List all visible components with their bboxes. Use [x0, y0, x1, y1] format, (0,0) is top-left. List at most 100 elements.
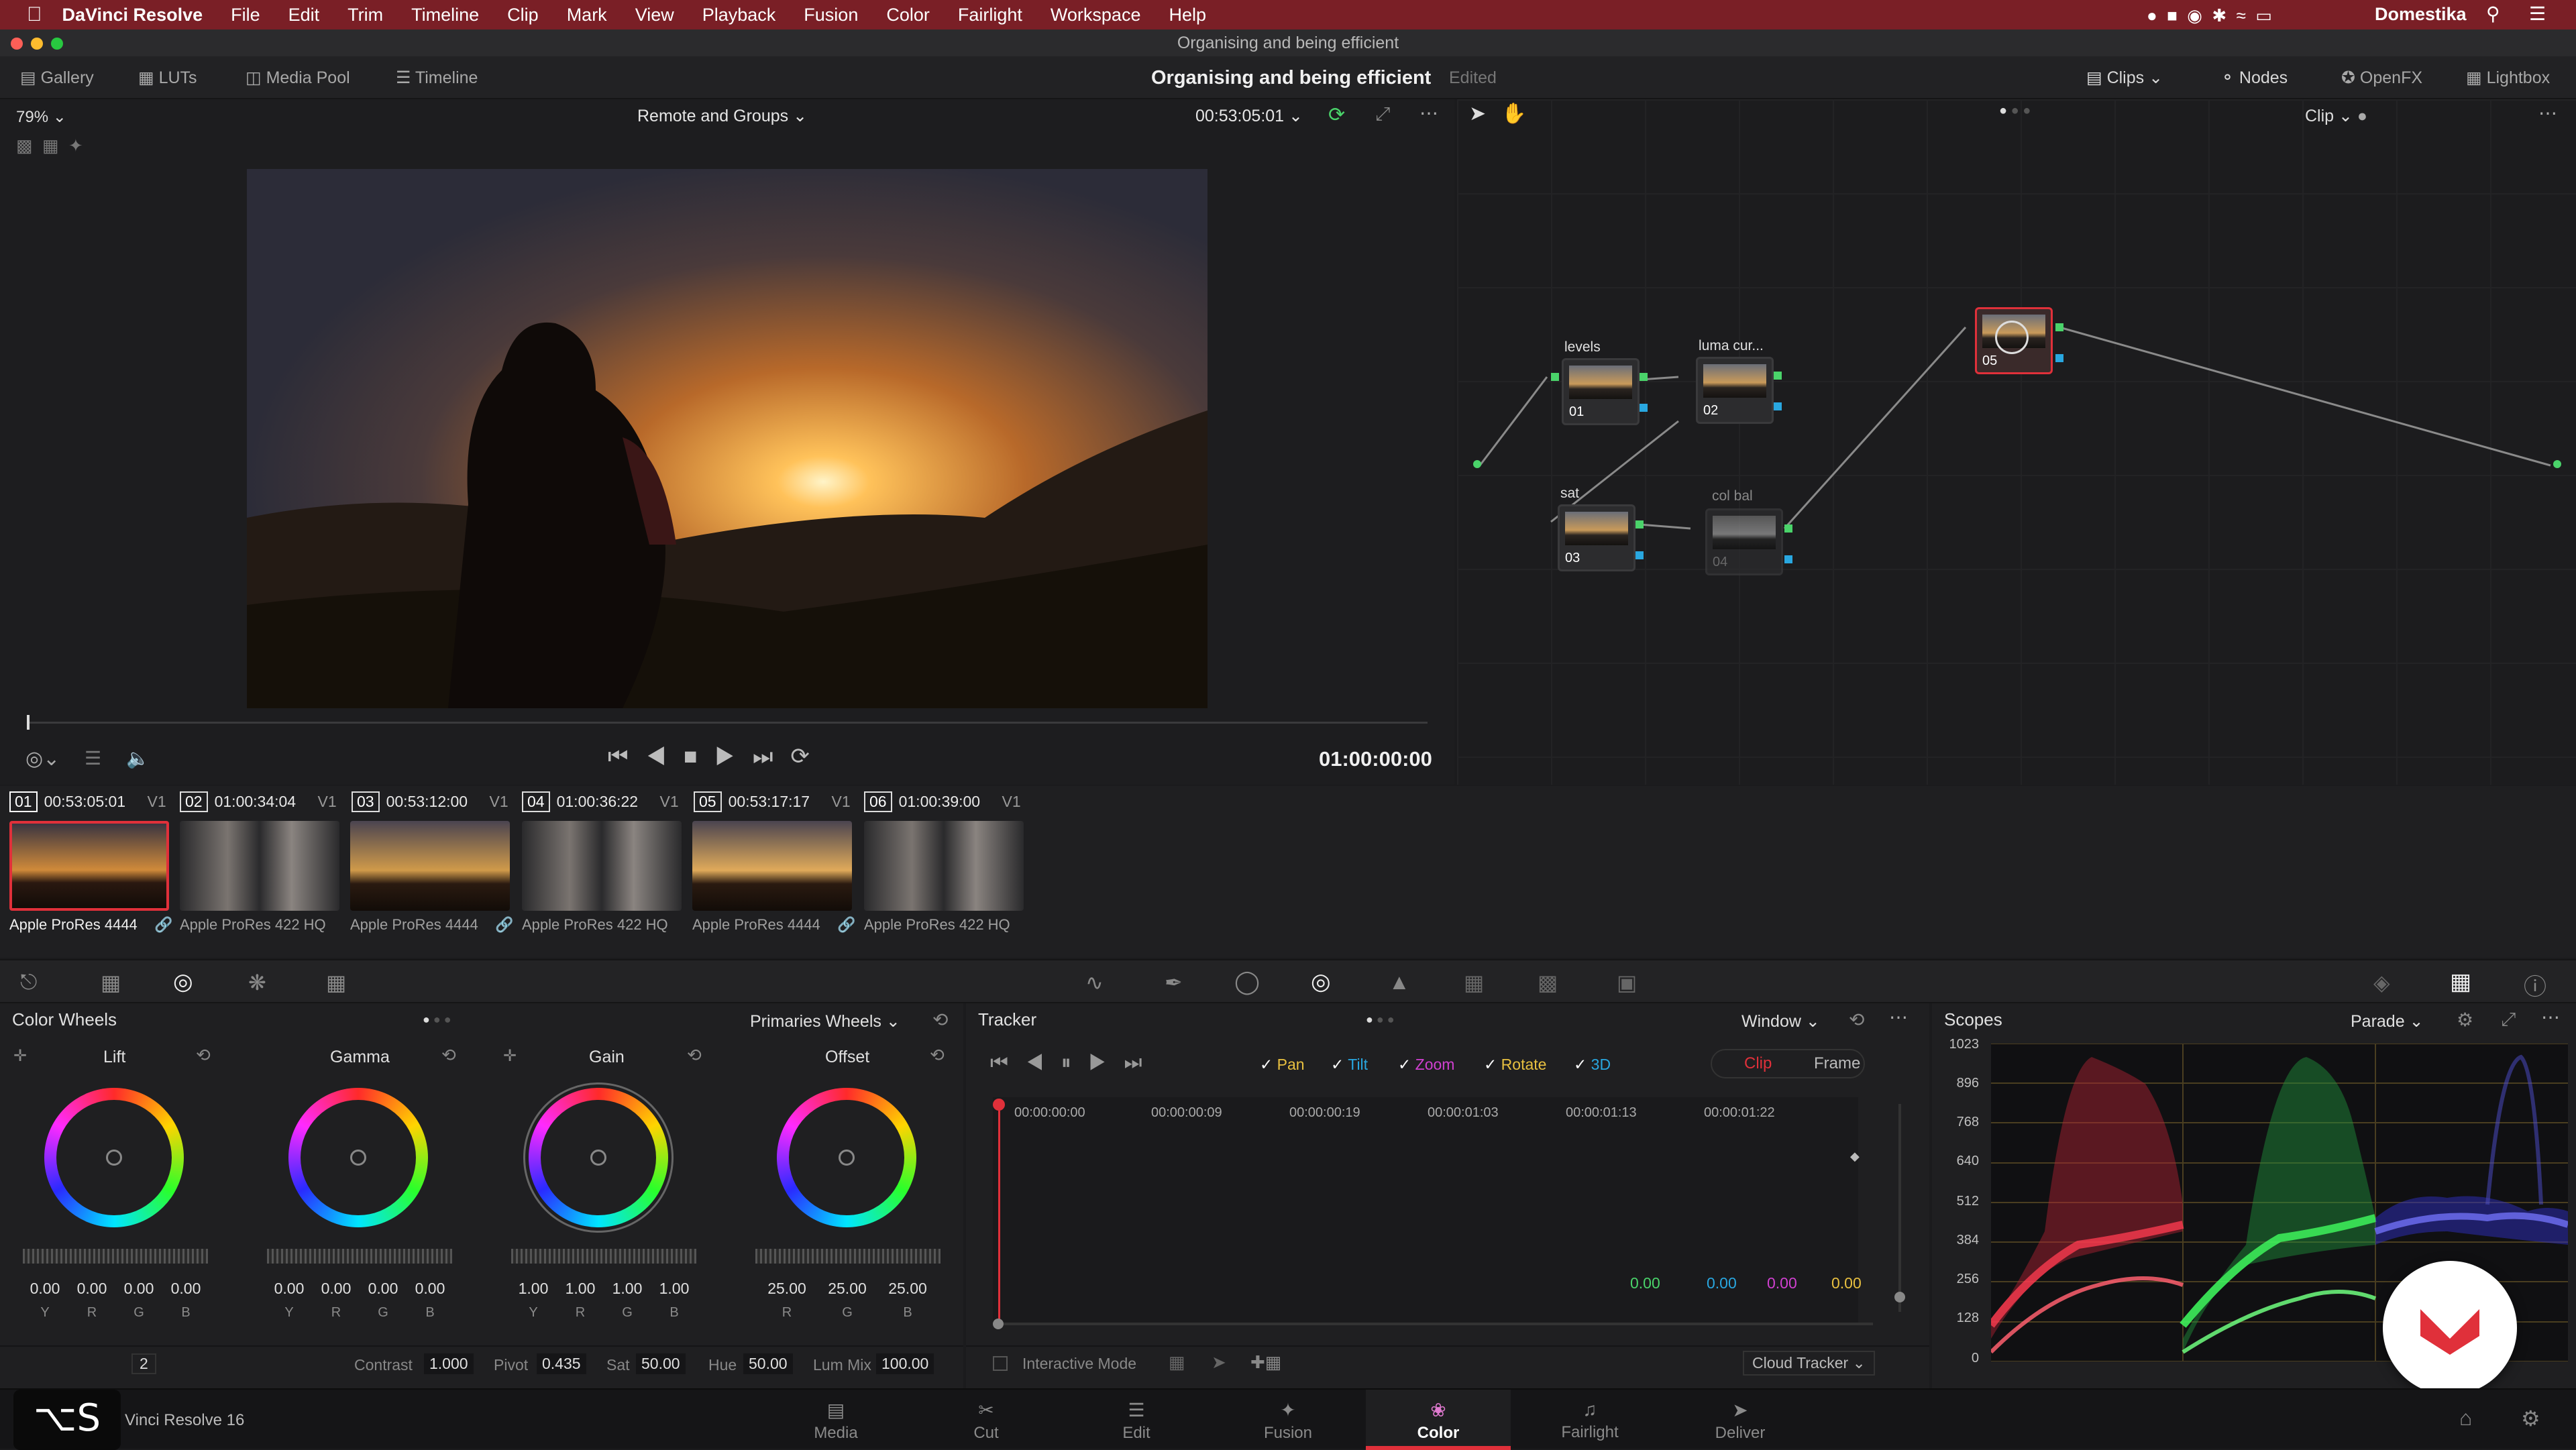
tracker-vscroll[interactable] — [1898, 1104, 1901, 1312]
stop-icon[interactable]: ■ — [684, 744, 715, 769]
menu-timeline[interactable]: Timeline — [411, 5, 479, 25]
gamma-b-value[interactable]: 0.00 — [408, 1280, 452, 1298]
curves-icon[interactable]: ∿ — [1085, 970, 1104, 995]
tracker-hscroll[interactable] — [994, 1323, 1873, 1325]
gain-wheel-handle[interactable] — [590, 1150, 606, 1166]
luts-button[interactable]: ▦ LUTs — [138, 56, 197, 99]
zoom-checkbox[interactable]: ✓ Zoom — [1398, 1056, 1454, 1074]
cloud-tracker-dropdown[interactable]: Cloud Tracker ⌄ — [1743, 1351, 1875, 1376]
menu-app-name[interactable]: DaVinci Resolve — [62, 5, 203, 25]
clip-thumbnail-02[interactable] — [180, 821, 339, 911]
output-port[interactable] — [2553, 460, 2561, 468]
zoom-dropdown[interactable]: 79% ⌄ — [16, 107, 66, 127]
rgb-output-port[interactable] — [1784, 524, 1792, 533]
clip-thumbnail-03[interactable] — [350, 821, 510, 911]
clip-thumbnail-01[interactable] — [9, 821, 169, 911]
menu-clip[interactable]: Clip — [507, 5, 539, 25]
rotate-checkbox[interactable]: ✓ Rotate — [1484, 1056, 1546, 1074]
gallery-button[interactable]: ▤ Gallery — [20, 56, 94, 99]
gamma-master-slider[interactable] — [267, 1249, 452, 1264]
tilt-checkbox[interactable]: ✓ Tilt — [1331, 1056, 1368, 1074]
tracker-playhead-handle[interactable] — [993, 1099, 1005, 1111]
highlight-icon[interactable]: ⟳ — [1328, 103, 1345, 127]
menu-mark[interactable]: Mark — [567, 5, 607, 25]
info-icon[interactable]: ⓘ — [2524, 968, 2546, 1001]
track-forward-icon[interactable]: ▶ — [1089, 1052, 1124, 1074]
alpha-output-port[interactable] — [1784, 555, 1792, 563]
maximize-window-button[interactable] — [51, 38, 63, 50]
scope-expand-icon[interactable]: ⤢ — [2501, 1009, 2516, 1031]
lift-g-value[interactable]: 0.00 — [117, 1280, 161, 1298]
menu-view[interactable]: View — [635, 5, 674, 25]
wheels-page-number[interactable]: 2 — [131, 1353, 156, 1374]
track-reverse-icon[interactable]: ◀ — [1026, 1052, 1061, 1074]
source-timecode[interactable]: 00:53:05:01 ⌄ — [1195, 106, 1303, 126]
window-icon[interactable]: ◯ — [1234, 968, 1260, 995]
node-01[interactable]: 01 — [1562, 358, 1640, 425]
gain-reset-icon[interactable]: ⟲ — [687, 1045, 702, 1066]
menu-fairlight[interactable]: Fairlight — [958, 5, 1022, 25]
gamma-g-value[interactable]: 0.00 — [361, 1280, 405, 1298]
gain-b-value[interactable]: 1.00 — [652, 1280, 696, 1298]
frame-toggle[interactable]: Frame — [1814, 1054, 1860, 1073]
lift-y-value[interactable]: 0.00 — [23, 1280, 67, 1298]
alpha-output-port[interactable] — [1635, 551, 1644, 559]
offset-b-value[interactable]: 25.00 — [883, 1280, 932, 1298]
scopes-icon[interactable]: ▦ — [2450, 968, 2471, 995]
page-media[interactable]: ▤ Media — [769, 1390, 903, 1450]
rgb-output-port[interactable] — [1640, 373, 1648, 381]
search-icon[interactable]: ⚲ — [2486, 3, 2500, 25]
motion-effects-icon[interactable]: ▦ — [326, 970, 346, 995]
page-fusion[interactable]: ✦ Fusion — [1221, 1390, 1355, 1450]
picker-icon[interactable]: ✛ — [13, 1046, 27, 1066]
color-match-icon[interactable]: ▦ — [101, 970, 121, 995]
scrubber-track[interactable] — [27, 722, 1428, 724]
minimize-window-button[interactable] — [31, 38, 43, 50]
sizing-icon[interactable]: ▣ — [1617, 970, 1637, 995]
reset-all-icon[interactable]: ⟲ — [932, 1009, 948, 1031]
gain-y-value[interactable]: 1.00 — [511, 1280, 555, 1298]
offset-g-value[interactable]: 25.00 — [822, 1280, 872, 1298]
page-edit[interactable]: ☰ Edit — [1069, 1390, 1203, 1450]
close-window-button[interactable] — [11, 38, 23, 50]
media-pool-button[interactable]: ◫ Media Pool — [246, 56, 350, 99]
nodes-button[interactable]: ⚬ Nodes — [2220, 56, 2288, 99]
menu-playback[interactable]: Playback — [702, 5, 776, 25]
rgb-output-port[interactable] — [1774, 372, 1782, 380]
delete-point-icon[interactable]: ✚▦ — [1250, 1352, 1281, 1373]
tracker-options-icon[interactable]: ⋯ — [1889, 1006, 1908, 1028]
playhead[interactable] — [27, 715, 30, 730]
gamma-r-value[interactable]: 0.00 — [314, 1280, 358, 1298]
lift-b-value[interactable]: 0.00 — [164, 1280, 208, 1298]
alpha-output-port[interactable] — [2055, 354, 2063, 362]
offset-master-slider[interactable] — [755, 1249, 941, 1264]
loop-options-icon[interactable]: ◎⌄ — [25, 747, 60, 771]
layers-icon[interactable]: ☰ — [85, 747, 101, 769]
gamma-wheel-handle[interactable] — [350, 1150, 366, 1166]
gain-master-slider[interactable] — [511, 1249, 696, 1264]
menu-workspace[interactable]: Workspace — [1051, 5, 1141, 25]
magic-mask-icon[interactable]: ▲ — [1389, 970, 1410, 995]
rgb-output-port[interactable] — [1635, 520, 1644, 528]
alpha-output-port[interactable] — [1774, 402, 1782, 410]
3d-checkbox[interactable]: ✓ 3D — [1574, 1056, 1611, 1074]
key-icon[interactable]: ▩ — [1538, 970, 1558, 995]
track-forward-step-icon[interactable]: ⏭ — [1124, 1052, 1160, 1074]
clips-button[interactable]: ▤ Clips ⌄ — [2086, 56, 2163, 99]
insert-point-icon[interactable]: ▦ — [1169, 1352, 1185, 1373]
tracker-mode-dropdown[interactable]: Window ⌄ — [1741, 1011, 1820, 1031]
timeline-button[interactable]: ☰ Timeline — [396, 56, 478, 99]
gamma-y-value[interactable]: 0.00 — [267, 1280, 311, 1298]
reverse-icon[interactable]: ◀ — [646, 744, 684, 769]
tracker-reset-icon[interactable]: ⟲ — [1849, 1009, 1864, 1031]
menu-file[interactable]: File — [231, 5, 260, 25]
node-editor[interactable]: ➤ ✋ ● ● ● Clip ⌄ ● ⋯ levels 01 luma cur.… — [1457, 99, 2576, 785]
lum-mix-value[interactable]: 100.00 — [876, 1353, 934, 1374]
track-pause-icon[interactable]: ⏸ — [1061, 1052, 1089, 1074]
scope-settings-icon[interactable]: ⚙ — [2457, 1009, 2473, 1031]
menu-edit[interactable]: Edit — [288, 5, 320, 25]
page-color[interactable]: ❀ Color — [1366, 1390, 1511, 1450]
lift-wheel-handle[interactable] — [106, 1150, 122, 1166]
track-reverse-step-icon[interactable]: ⏮ — [990, 1052, 1026, 1074]
wheels-mode-dropdown[interactable]: Primaries Wheels ⌄ — [750, 1011, 900, 1031]
